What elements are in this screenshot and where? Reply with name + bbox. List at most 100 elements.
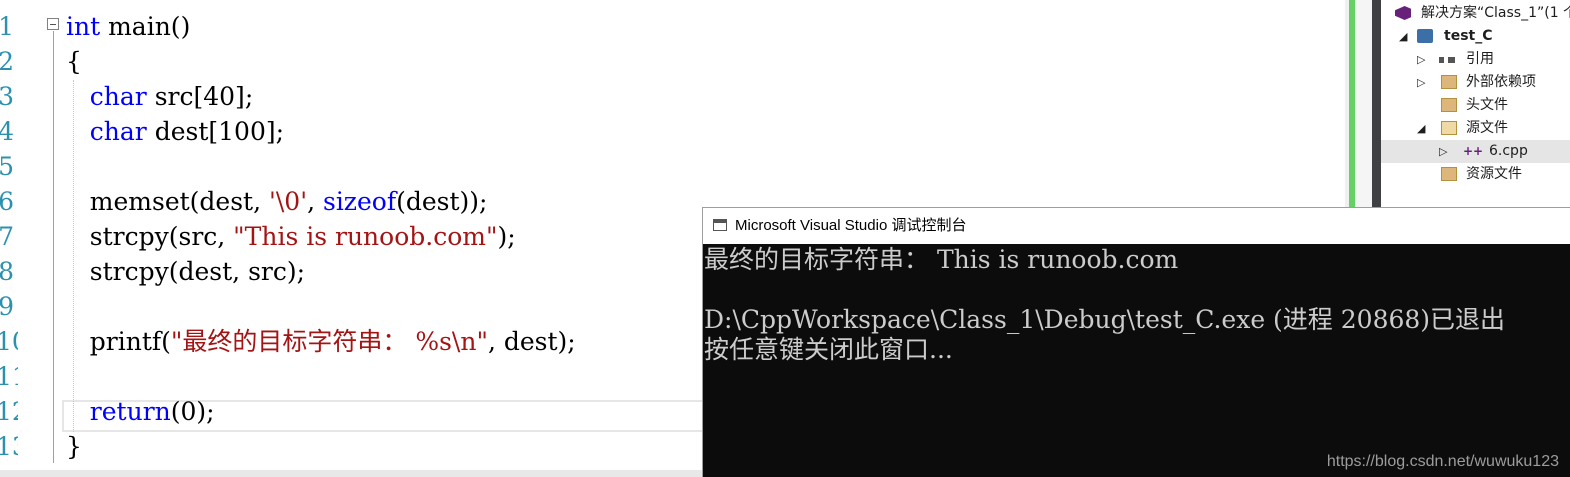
panel-splitter[interactable]	[1372, 0, 1381, 210]
tree-item-label: 解决方案“Class_1”(1 个	[1421, 5, 1570, 21]
line-number-text: 4	[0, 117, 14, 146]
references-icon	[1439, 57, 1455, 63]
line-number-text: 5	[0, 152, 14, 181]
code-keyword: sizeof	[322, 187, 397, 216]
line-number-text: 6	[0, 187, 14, 216]
code-text: strcpy(dest, src);	[58, 254, 305, 289]
tree-item-label: test_C	[1444, 28, 1493, 44]
cpp-file-icon: ++	[1463, 144, 1484, 158]
code-keyword: char	[89, 82, 147, 111]
code-line[interactable]: 1 int main()	[0, 9, 1345, 44]
line-number: 13	[0, 429, 18, 464]
tree-item-label: 资源文件	[1466, 166, 1522, 182]
line-number: 3	[0, 79, 18, 114]
code-string: "最终的目标字符串： %s\n"	[170, 327, 488, 356]
collapse-arrow-icon[interactable]: ◢	[1417, 117, 1429, 140]
code-token: (0);	[170, 397, 215, 426]
line-number: 8	[0, 254, 18, 289]
code-token: strcpy(src,	[58, 222, 234, 251]
code-line[interactable]: 2{	[0, 44, 1345, 79]
tree-item-label: 头文件	[1466, 97, 1508, 113]
line-number-text: 8	[0, 257, 14, 286]
line-number: 12	[0, 394, 18, 429]
line-number: 6	[0, 184, 18, 219]
collapse-arrow-icon[interactable]: ◢	[1399, 25, 1411, 48]
code-token: dest[100];	[146, 117, 285, 146]
expand-arrow-icon[interactable]: ▷	[1439, 140, 1451, 163]
code-string: "This is runoob.com"	[233, 222, 498, 251]
line-number: 10	[0, 324, 18, 359]
code-token: (dest));	[396, 187, 488, 216]
code-text: strcpy(src, "This is runoob.com");	[58, 219, 516, 254]
console-title-bar[interactable]: Microsoft Visual Studio 调试控制台	[703, 208, 1570, 244]
project-node[interactable]: ◢ test_C	[1381, 25, 1570, 48]
vertical-scrollbar[interactable]	[1355, 0, 1372, 210]
code-keyword: int	[66, 12, 101, 41]
debug-console-window[interactable]: Microsoft Visual Studio 调试控制台 最终的目标字符串： …	[702, 207, 1570, 477]
code-token: {	[66, 47, 82, 76]
line-number-text: 1	[0, 12, 14, 41]
code-text: char dest[100];	[58, 114, 284, 149]
project-icon	[1417, 29, 1433, 43]
solution-node[interactable]: 解决方案“Class_1”(1 个	[1381, 2, 1570, 25]
code-token: }	[66, 432, 82, 461]
line-number-text: 12	[0, 397, 18, 426]
code-text: }	[66, 429, 82, 464]
code-token: main()	[100, 12, 191, 41]
expand-arrow-icon[interactable]: ▷	[1417, 71, 1429, 94]
tree-item-label: 6.cpp	[1489, 143, 1528, 159]
code-token: strcpy(dest, src);	[58, 257, 306, 286]
code-text: printf("最终的目标字符串： %s\n", dest);	[58, 324, 576, 359]
console-line: D:\CppWorkspace\Class_1\Debug\test_C.exe…	[704, 305, 1506, 334]
code-token: printf(	[58, 327, 171, 356]
external-deps-node[interactable]: ▷ 外部依赖项	[1381, 71, 1570, 94]
tree-item-label: 引用	[1466, 51, 1494, 67]
tree-item-label: 源文件	[1466, 120, 1508, 136]
solution-explorer[interactable]: 解决方案“Class_1”(1 个 ◢ test_C ▷ 引用 ▷ 外部依赖项头文件 ◢ 源文件…	[1381, 0, 1570, 210]
line-number-text: 7	[0, 222, 14, 251]
code-token: memset(dest,	[58, 187, 269, 216]
console-output[interactable]: 最终的目标字符串： This is runoob.com D:\CppWorksp…	[703, 244, 1570, 477]
folder-icon	[1441, 98, 1457, 112]
line-number-text: 11	[0, 362, 18, 391]
code-keyword: char	[89, 117, 147, 146]
file-6cpp-node[interactable]: ▷ ++ 6.cpp	[1381, 140, 1570, 163]
code-line[interactable]: 4 char dest[100];	[0, 114, 1345, 149]
code-text: {	[66, 44, 82, 79]
console-title: Microsoft Visual Studio 调试控制台	[735, 217, 967, 234]
console-line: 最终的目标字符串： This is runoob.com	[704, 245, 1179, 274]
code-line[interactable]: 5	[0, 149, 1345, 184]
watermark: https://blog.csdn.net/wuwuku123	[1326, 453, 1559, 470]
folder-open-icon	[1441, 121, 1457, 135]
code-keyword: return	[89, 397, 171, 426]
source-files-node[interactable]: ◢ 源文件	[1381, 117, 1570, 140]
line-number: 11	[0, 359, 18, 394]
code-token: ,	[307, 187, 323, 216]
expand-arrow-icon[interactable]: ▷	[1417, 48, 1429, 71]
folder-icon	[1441, 167, 1457, 181]
line-number-text: 2	[0, 47, 14, 76]
line-number: 9	[0, 289, 18, 324]
code-text: int main()	[66, 9, 190, 44]
line-number-text: 13	[0, 432, 18, 461]
code-text: memset(dest, '\0', sizeof(dest));	[58, 184, 488, 219]
code-string: '\0'	[269, 187, 308, 216]
resource-files-node[interactable]: 资源文件	[1381, 163, 1570, 186]
tree-item-label: 外部依赖项	[1466, 74, 1536, 90]
line-number: 5	[0, 149, 18, 184]
solution-icon	[1395, 6, 1411, 20]
line-number-text: 10	[0, 327, 18, 356]
references-node[interactable]: ▷ 引用	[1381, 48, 1570, 71]
console-line: 按任意键关闭此窗口...	[704, 335, 953, 364]
header-files-node[interactable]: 头文件	[1381, 94, 1570, 117]
line-number: 2	[0, 44, 18, 79]
code-token: src[40];	[146, 82, 254, 111]
code-text: return(0);	[58, 394, 215, 429]
code-line[interactable]: 3 char src[40];	[0, 79, 1345, 114]
console-app-icon	[713, 219, 727, 231]
external-deps-icon	[1441, 75, 1457, 89]
line-number: 7	[0, 219, 18, 254]
